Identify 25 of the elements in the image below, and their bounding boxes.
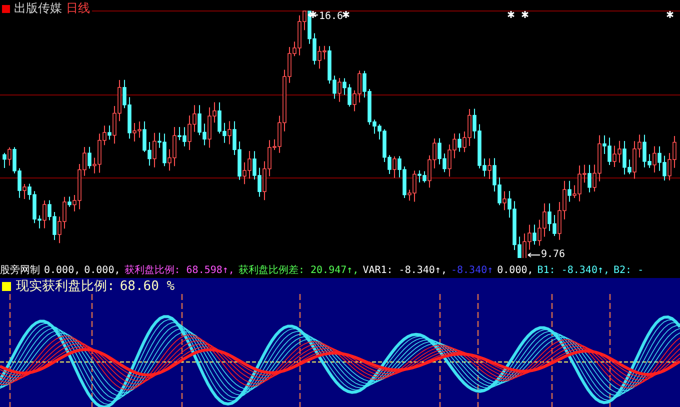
star-marker-icon <box>521 10 529 19</box>
indicator-value: VAR1: -8.340↑, <box>362 264 447 276</box>
indicator-value: 获利盘比例: 68.598↑, <box>124 264 234 277</box>
star-marker-icon <box>666 10 674 19</box>
indicator-value: 0.000, <box>497 264 534 276</box>
indicator-value: 0.000, <box>44 264 80 276</box>
low-arrow-icon <box>528 252 540 258</box>
low-price-label: 9.76 <box>541 249 566 258</box>
indicator-value: 0.000, <box>84 264 120 276</box>
indicator-value: 股旁网制 <box>0 264 40 277</box>
high-arrow-icon <box>308 12 318 18</box>
period-label: 日线 <box>66 0 90 17</box>
star-marker-icon <box>507 10 515 19</box>
indicator-value: B1: -8.340↑, <box>537 264 610 276</box>
star-marker-icon <box>309 10 317 19</box>
indicator-value: -8.340↑ <box>450 264 494 276</box>
high-price-label: 16.6 <box>319 11 344 22</box>
stock-icon <box>2 4 10 12</box>
oscillator-value: 68.60 % <box>120 278 175 294</box>
stock-name: 出版传媒 <box>14 0 62 17</box>
indicator-value: 获利盘比例差: 20.947↑, <box>238 264 359 277</box>
legend-square-icon <box>2 282 11 290</box>
indicator-value: B2: - <box>614 264 644 276</box>
oscillator-label: 现实获利盘比例: <box>16 278 115 295</box>
star-marker-icon <box>342 10 350 19</box>
